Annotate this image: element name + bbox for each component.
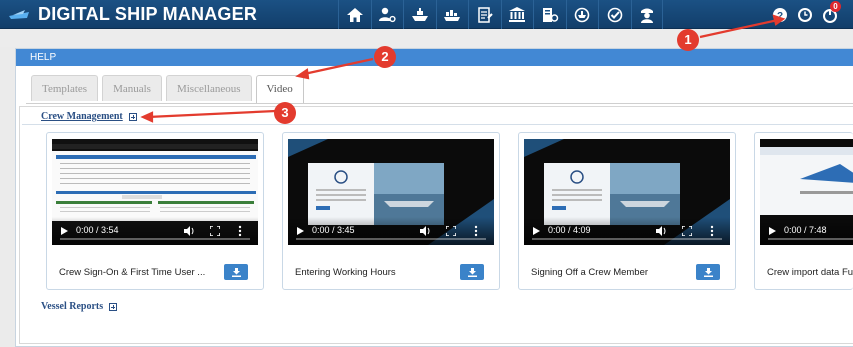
help-tabs: Templates Manuals Miscellaneous Video	[31, 75, 304, 103]
tab-video[interactable]: Video	[255, 75, 304, 103]
tab-templates[interactable]: Templates	[31, 75, 99, 101]
progress-bar[interactable]	[296, 238, 486, 240]
cargo-ship-icon[interactable]	[435, 0, 469, 29]
expand-icon[interactable]	[128, 112, 137, 121]
video-time: 0:00 / 4:09	[548, 225, 591, 235]
clock-icon[interactable]	[797, 7, 813, 23]
play-icon[interactable]	[297, 227, 304, 235]
expand-icon[interactable]	[109, 302, 118, 311]
video-controls: 0:00 / 4:09	[524, 217, 730, 245]
video-card: 0:00 / 3:54 Crew Sign-On & First Time Us…	[46, 132, 264, 290]
tab-manuals[interactable]: Manuals	[102, 75, 162, 101]
app-title: DIGITAL SHIP MANAGER	[38, 4, 258, 24]
video-title: Entering Working Hours	[295, 267, 396, 278]
checklist-icon[interactable]	[598, 0, 631, 29]
video-player[interactable]: 0:00 / 4:09	[524, 139, 730, 245]
download-button[interactable]	[460, 264, 484, 280]
play-icon[interactable]	[61, 227, 68, 235]
volume-icon[interactable]	[183, 225, 195, 237]
section-label[interactable]: Crew Management	[41, 111, 123, 122]
bank-icon[interactable]	[500, 0, 534, 29]
section-crew-management[interactable]: Crew Management	[41, 111, 137, 122]
document-edit-icon[interactable]	[468, 0, 501, 29]
panel-title: HELP	[16, 49, 853, 66]
app-logo-icon	[9, 10, 29, 19]
video-player[interactable]: 0:00 / 3:45	[288, 139, 494, 245]
fleet-icon[interactable]	[565, 0, 599, 29]
video-time: 0:00 / 3:54	[76, 225, 119, 235]
video-controls: 0:00 / 3:45	[288, 217, 494, 245]
top-navigation-bar: DIGITAL SHIP MANAGER ? 0	[0, 0, 853, 29]
download-button[interactable]	[224, 264, 248, 280]
section-vessel-reports[interactable]: Vessel Reports	[41, 301, 118, 312]
tab-divider	[26, 103, 853, 104]
video-player[interactable]: 0:00 / 3:54	[52, 139, 258, 245]
section-divider	[22, 124, 853, 125]
more-options-icon[interactable]	[710, 225, 714, 237]
ship-icon[interactable]	[403, 0, 436, 29]
progress-bar[interactable]	[532, 238, 722, 240]
play-icon[interactable]	[769, 227, 776, 235]
tab-miscellaneous[interactable]: Miscellaneous	[165, 75, 252, 101]
download-icon	[467, 267, 477, 277]
annotation-step-2: 2	[374, 46, 396, 68]
video-time: 0:00 / 7:48	[784, 225, 827, 235]
video-card: 0:00 / 3:45 Entering Working Hours	[282, 132, 500, 290]
more-options-icon[interactable]	[474, 225, 478, 237]
video-title: Signing Off a Crew Member	[531, 267, 649, 278]
more-options-icon[interactable]	[238, 225, 242, 237]
home-icon[interactable]	[338, 0, 371, 29]
section-label[interactable]: Vessel Reports	[41, 301, 103, 312]
video-card: 0:00 / 7:48 Crew import data Fu	[754, 132, 853, 290]
fullscreen-icon[interactable]	[446, 226, 456, 236]
captain-icon[interactable]	[630, 0, 663, 29]
user-settings-icon[interactable]	[370, 0, 404, 29]
video-controls: 0:00 / 3:54	[52, 217, 258, 245]
video-title: Crew import data Fu	[767, 267, 853, 278]
video-controls: 0:00 / 7:48	[760, 217, 853, 245]
play-icon[interactable]	[533, 227, 540, 235]
progress-bar[interactable]	[60, 238, 250, 240]
video-player[interactable]: 0:00 / 7:48	[760, 139, 853, 245]
annotation-step-1: 1	[677, 29, 699, 51]
volume-icon[interactable]	[419, 225, 431, 237]
notification-icon[interactable]: 0	[822, 0, 841, 23]
video-card: 0:00 / 4:09 Signing Off a Crew Member	[518, 132, 736, 290]
page-background-band	[0, 29, 853, 47]
fullscreen-icon[interactable]	[210, 226, 220, 236]
annotation-step-3: 3	[274, 102, 296, 124]
volume-icon[interactable]	[655, 225, 667, 237]
download-icon	[703, 267, 713, 277]
reports-icon[interactable]	[533, 0, 566, 29]
help-icon[interactable]: ?	[772, 7, 788, 23]
fullscreen-icon[interactable]	[682, 226, 692, 236]
notification-badge: 0	[830, 0, 841, 12]
video-title: Crew Sign-On & First Time User ...	[59, 267, 206, 278]
progress-bar[interactable]	[768, 238, 853, 240]
video-time: 0:00 / 3:45	[312, 225, 355, 235]
download-button[interactable]	[696, 264, 720, 280]
download-icon	[231, 267, 241, 277]
svg-text:?: ?	[777, 11, 783, 22]
